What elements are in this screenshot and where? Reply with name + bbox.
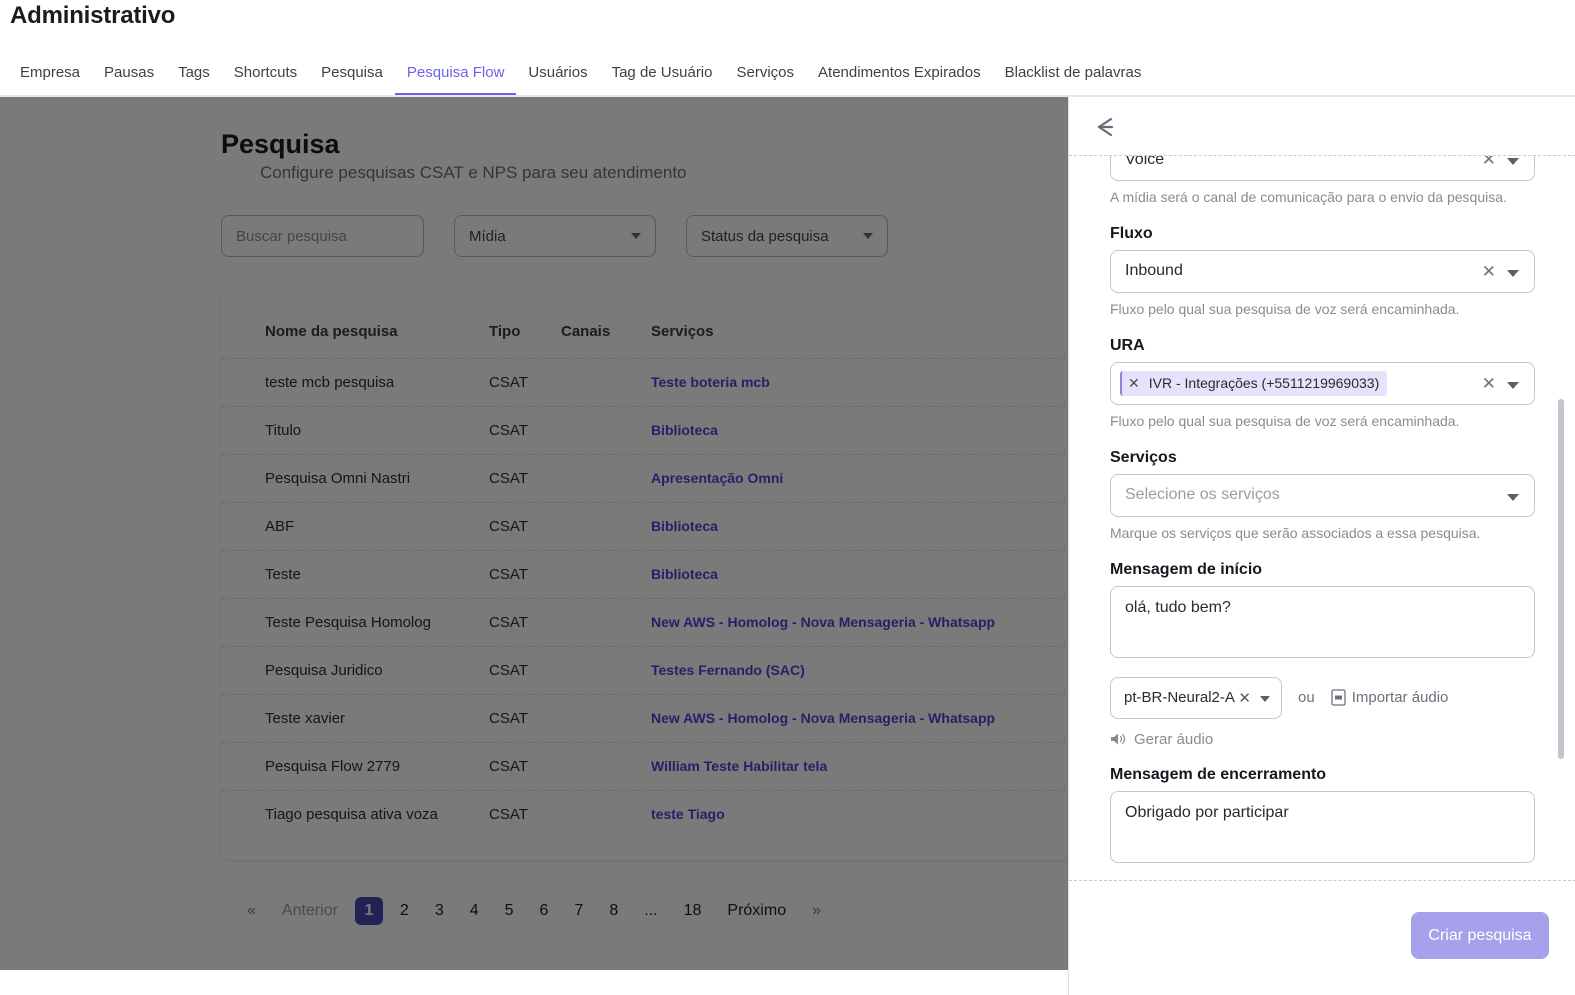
- servicos-select[interactable]: Selecione os serviços: [1110, 473, 1535, 517]
- voice-model-value: pt-BR-Neural2-A: [1124, 689, 1235, 707]
- generate-audio-button[interactable]: Gerar áudio: [1110, 731, 1535, 748]
- speaker-icon: [1111, 733, 1126, 745]
- ura-label: URA: [1110, 336, 1145, 354]
- chevron-down-icon[interactable]: [1507, 158, 1519, 165]
- ura-chip-label: IVR - Integrações (+5511219969033): [1148, 375, 1380, 392]
- ura-select[interactable]: ✕ IVR - Integrações (+5511219969033) ✕: [1110, 361, 1535, 405]
- mensagem-inicio-textarea[interactable]: [1110, 585, 1535, 658]
- chevron-down-icon[interactable]: [1507, 493, 1519, 501]
- modal-overlay-scrim[interactable]: [0, 97, 1068, 970]
- audio-or-label: ou: [1298, 689, 1315, 707]
- tab-tag-de-usuário[interactable]: Tag de Usuário: [600, 58, 725, 96]
- tab-pesquisa[interactable]: Pesquisa: [309, 58, 395, 96]
- servicos-placeholder: Selecione os serviços: [1125, 486, 1280, 504]
- ura-help-text: Fluxo pelo qual sua pesquisa de voz será…: [1110, 412, 1460, 429]
- page-header: Administrativo Empresa Pausas Tags Shortcut…: [0, 0, 1575, 97]
- mensagem-encerramento-textarea[interactable]: [1110, 790, 1535, 863]
- import-audio-label: Importar áudio: [1351, 689, 1449, 707]
- chevron-down-icon[interactable]: [1507, 269, 1519, 277]
- fluxo-help-text: Fluxo pelo qual sua pesquisa de voz será…: [1110, 300, 1460, 317]
- chip-remove-icon[interactable]: ✕: [1128, 375, 1140, 392]
- generate-audio-label: Gerar áudio: [1134, 730, 1214, 748]
- import-audio-button[interactable]: Importar áudio: [1331, 689, 1449, 707]
- fluxo-select-value: Inbound: [1125, 262, 1183, 280]
- file-import-icon: [1331, 689, 1346, 706]
- tab-shortcuts[interactable]: Shortcuts: [222, 58, 309, 96]
- fluxo-label: Fluxo: [1110, 224, 1153, 242]
- ura-selected-chip[interactable]: ✕ IVR - Integrações (+5511219969033): [1120, 370, 1388, 396]
- media-select[interactable]: Voice ✕: [1110, 156, 1535, 181]
- media-help-text: A mídia será o canal de comunicação para…: [1110, 189, 1507, 205]
- chevron-down-icon[interactable]: [1260, 695, 1270, 702]
- chevron-down-icon[interactable]: [1507, 381, 1519, 389]
- servicos-help-text: Marque os serviços que serão associados …: [1110, 524, 1481, 541]
- mensagem-inicio-label: Mensagem de início: [1110, 560, 1263, 578]
- mensagem-encerramento-label: Mensagem de encerramento: [1110, 765, 1327, 783]
- tab-empresa[interactable]: Empresa: [8, 58, 92, 96]
- media-select-value: Voice: [1125, 156, 1165, 168]
- tab-pesquisa-flow[interactable]: Pesquisa Flow: [394, 58, 517, 96]
- audio-options-row: pt-BR-Neural2-A ✕ ou Importar áudio: [1110, 676, 1535, 719]
- clear-icon[interactable]: ✕: [1482, 375, 1496, 392]
- main-content: Pesquisa Configure pesquisas CSAT e NPS …: [0, 97, 1068, 970]
- drawer-footer: Criar pesquisa: [1069, 881, 1575, 995]
- tab-blacklist-de-palavras[interactable]: Blacklist de palavras: [993, 58, 1154, 96]
- survey-form-drawer: Voice ✕ A mídia será o canal de comunica…: [1068, 97, 1575, 995]
- create-survey-button[interactable]: Criar pesquisa: [1411, 912, 1549, 959]
- clear-icon[interactable]: ✕: [1482, 263, 1496, 280]
- servicos-label: Serviços: [1110, 448, 1177, 466]
- drawer-header: [1069, 97, 1575, 157]
- tab-usuários[interactable]: Usuários: [516, 58, 599, 96]
- tab-serviços[interactable]: Serviços: [725, 58, 807, 96]
- fluxo-select[interactable]: Inbound ✕: [1110, 249, 1535, 293]
- clear-icon[interactable]: ✕: [1482, 156, 1496, 168]
- tab-tags[interactable]: Tags: [166, 58, 222, 96]
- tab-atendimentos-expirados[interactable]: Atendimentos Expirados: [806, 58, 993, 96]
- voice-model-select[interactable]: pt-BR-Neural2-A ✕: [1110, 676, 1282, 719]
- drawer-form-body: Voice ✕ A mídia será o canal de comunica…: [1069, 156, 1575, 880]
- clear-icon[interactable]: ✕: [1238, 689, 1251, 707]
- page-title: Administrativo: [10, 2, 176, 29]
- tab-pausas[interactable]: Pausas: [92, 58, 166, 96]
- arrow-left-icon[interactable]: [1089, 113, 1123, 141]
- drawer-scrollbar-thumb[interactable]: [1558, 399, 1564, 759]
- main-tab-bar: Empresa Pausas Tags Shortcuts Pesquisa Pesqui…: [8, 44, 1153, 96]
